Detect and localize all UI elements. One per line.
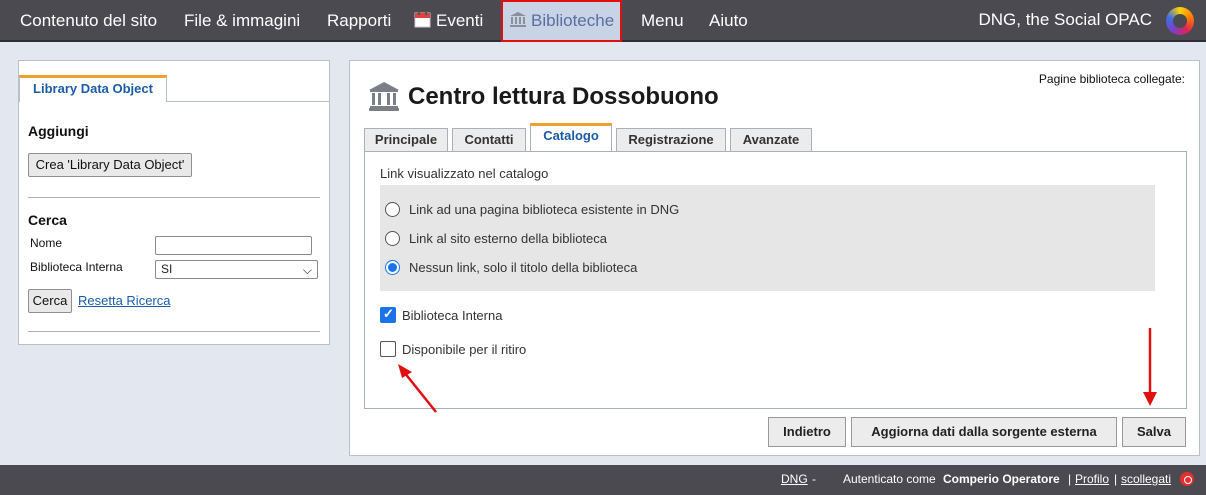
search-button[interactable]: Cerca bbox=[28, 289, 72, 313]
page-title: Centro lettura Dossobuono bbox=[408, 83, 719, 110]
divider bbox=[28, 331, 320, 332]
logout-link[interactable]: scollegati bbox=[1121, 472, 1171, 486]
radio-button[interactable] bbox=[385, 231, 400, 246]
update-external-source-button[interactable]: Aggiorna dati dalla sorgente esterna bbox=[851, 417, 1117, 447]
catalog-tab-content: Link visualizzato nel catalogo Link ad u… bbox=[364, 151, 1187, 409]
nav-item-eventi[interactable]: Eventi bbox=[414, 0, 483, 42]
tab-registrazione[interactable]: Registrazione bbox=[616, 128, 726, 152]
checkbox-label: Biblioteca Interna bbox=[402, 308, 503, 323]
tab-library-data-object[interactable]: Library Data Object bbox=[19, 75, 167, 102]
tab-avanzate[interactable]: Avanzate bbox=[730, 128, 812, 152]
sidebar-tab-divider bbox=[166, 101, 329, 102]
nav-item-biblioteche-label: Biblioteche bbox=[531, 11, 615, 30]
linked-pages-label: Pagine biblioteca collegate: bbox=[1038, 72, 1185, 86]
power-icon[interactable] bbox=[1180, 472, 1194, 486]
auth-prefix: Autenticato come bbox=[843, 472, 936, 486]
name-label: Nome bbox=[30, 236, 63, 250]
add-heading: Aggiungi bbox=[28, 123, 89, 139]
sidebar-tabbar: Library Data Object bbox=[19, 61, 329, 102]
footer-separator: - bbox=[812, 472, 816, 486]
sidebar-panel: Library Data Object Aggiungi Crea 'Libra… bbox=[18, 60, 330, 345]
internal-library-value: SI bbox=[161, 262, 173, 276]
chevron-down-icon: ⌵ bbox=[302, 263, 312, 277]
main-panel: Centro lettura Dossobuono Pagine bibliot… bbox=[349, 60, 1200, 456]
save-button[interactable]: Salva bbox=[1122, 417, 1186, 447]
nav-item-contenuto[interactable]: Contenuto del sito bbox=[20, 0, 157, 42]
checkbox[interactable] bbox=[380, 341, 396, 357]
nav-item-aiuto[interactable]: Aiuto bbox=[709, 0, 748, 42]
divider bbox=[28, 197, 320, 198]
nav-item-file-immagini[interactable]: File & immagini bbox=[184, 0, 300, 42]
create-library-object-button[interactable]: Crea 'Library Data Object' bbox=[28, 153, 192, 177]
dng-link[interactable]: DNG bbox=[781, 472, 808, 486]
internal-library-label: Biblioteca Interna bbox=[30, 260, 123, 274]
link-options-group: Link ad una pagina biblioteca esistente … bbox=[380, 185, 1155, 291]
profile-link[interactable]: Profilo bbox=[1075, 472, 1109, 486]
checkbox[interactable] bbox=[380, 306, 396, 323]
nav-item-eventi-label: Eventi bbox=[436, 11, 484, 30]
footer-bar: DNG - Autenticato come Comperio Operator… bbox=[0, 465, 1206, 495]
nav-item-biblioteche[interactable]: Biblioteche bbox=[501, 0, 623, 42]
link-section-label: Link visualizzato nel catalogo bbox=[380, 166, 549, 181]
calendar-icon bbox=[414, 11, 431, 28]
bank-icon bbox=[510, 12, 526, 27]
tab-contatti[interactable]: Contatti bbox=[452, 128, 526, 152]
back-button[interactable]: Indietro bbox=[768, 417, 846, 447]
footer-pipe: | bbox=[1068, 472, 1072, 486]
search-heading: Cerca bbox=[28, 212, 67, 228]
checkbox-label: Disponibile per il ritiro bbox=[402, 342, 527, 357]
radio-label: Link ad una pagina biblioteca esistente … bbox=[409, 202, 680, 217]
brand-name: DNG, the Social OPAC bbox=[978, 10, 1152, 29]
radio-button[interactable] bbox=[385, 260, 400, 275]
name-input[interactable] bbox=[155, 236, 312, 255]
radio-button[interactable] bbox=[385, 202, 400, 217]
annotation-arrow-save bbox=[1143, 328, 1157, 406]
top-nav-bar: Contenuto del sito File & immagini Rappo… bbox=[0, 0, 1206, 42]
nav-item-rapporti[interactable]: Rapporti bbox=[327, 0, 391, 42]
footer-pipe: | bbox=[1114, 472, 1118, 486]
tab-principale[interactable]: Principale bbox=[364, 128, 448, 152]
tab-catalogo[interactable]: Catalogo bbox=[530, 123, 612, 153]
internal-library-select[interactable]: SI ⌵ bbox=[155, 260, 318, 279]
reset-search-link[interactable]: Resetta Ricerca bbox=[78, 293, 170, 308]
bank-icon bbox=[369, 82, 399, 111]
current-user: Comperio Operatore bbox=[943, 472, 1060, 486]
radio-label: Link al sito esterno della biblioteca bbox=[409, 231, 608, 246]
radio-label: Nessun link, solo il titolo della biblio… bbox=[409, 260, 638, 275]
brand-logo-icon[interactable] bbox=[1166, 7, 1194, 35]
annotation-arrow-pickup bbox=[398, 364, 437, 413]
nav-item-menu[interactable]: Menu bbox=[641, 0, 684, 42]
